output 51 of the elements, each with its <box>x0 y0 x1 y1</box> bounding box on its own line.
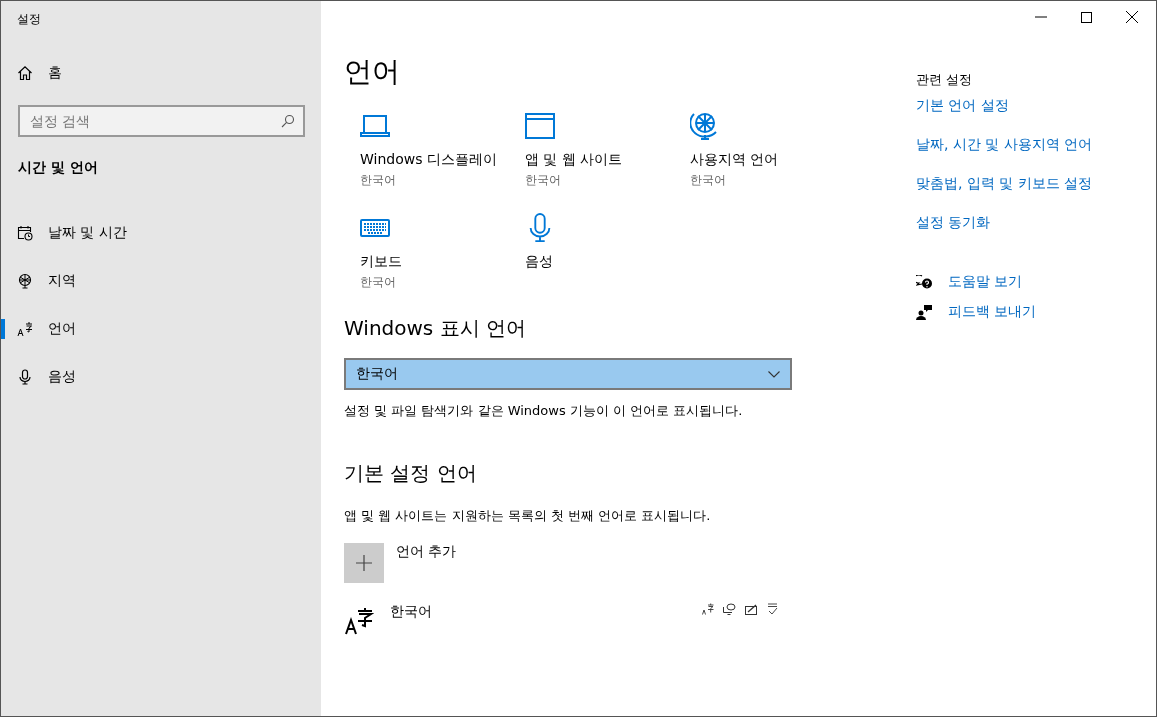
settings-tile[interactable]: 키보드 한국어 <box>360 213 525 301</box>
globe-icon <box>690 111 720 141</box>
related-link[interactable]: 기본 언어 설정 <box>916 97 1009 136</box>
tile-subtitle: 한국어 <box>690 172 726 189</box>
language-pack-icon <box>702 603 714 615</box>
sidebar-item[interactable]: 음성 <box>1 353 321 401</box>
settings-tile[interactable]: 사용지역 언어 한국어 <box>690 111 855 199</box>
globe-icon <box>17 273 33 289</box>
description-text: 설정 및 파일 탐색기와 같은 Windows 기능이 이 언어로 표시됩니다. <box>344 402 744 420</box>
sidebar-item[interactable]: 언어 <box>1 305 321 353</box>
settings-tile[interactable]: Windows 디스플레이 한국어 <box>360 111 525 199</box>
search-icon <box>281 114 295 128</box>
help-link[interactable]: 피드백 보내기 <box>916 303 1037 321</box>
language-list-item[interactable]: 한국어 <box>344 603 792 635</box>
section-heading: 기본 설정 언어 <box>344 460 478 487</box>
feedback-person-icon <box>916 304 933 320</box>
add-language-label[interactable]: 언어 추가 <box>396 543 457 583</box>
settings-tile[interactable]: 앱 및 웹 사이트 한국어 <box>525 111 690 199</box>
language-icon <box>344 607 374 635</box>
plus-icon <box>356 555 372 571</box>
section-heading: 시간 및 언어 <box>17 158 99 177</box>
related-link[interactable]: 맞춤법, 입력 및 키보드 설정 <box>916 175 1093 214</box>
language-icon <box>17 321 33 337</box>
chevron-down-icon <box>768 370 780 378</box>
window-icon <box>525 111 555 141</box>
related-settings-heading: 관련 설정 <box>916 71 973 89</box>
help-link[interactable]: 도움말 보기 <box>916 273 1037 291</box>
home-link[interactable]: 홈 <box>1 49 321 97</box>
page-title: 언어 <box>344 54 401 90</box>
close-icon[interactable] <box>1126 11 1138 23</box>
description-text: 앱 및 웹 사이트는 지원하는 목록의 첫 번째 언어로 표시됩니다. <box>344 507 712 525</box>
related-link[interactable]: 설정 동기화 <box>916 214 991 253</box>
settings-tile[interactable]: 음성 <box>525 213 690 301</box>
tile-subtitle: 한국어 <box>360 172 396 189</box>
search-field[interactable]: 설정 검색 <box>18 105 305 137</box>
window-title: 설정 <box>16 11 42 28</box>
speech-bubble-icon <box>723 603 736 615</box>
related-link[interactable]: 날짜, 시간 및 사용지역 언어 <box>916 136 1093 175</box>
home-icon <box>17 65 33 81</box>
maximize-icon[interactable] <box>1081 11 1092 23</box>
help-chat-icon <box>916 274 933 290</box>
spell-check-icon <box>767 603 778 615</box>
calendar-clock-icon <box>17 225 33 241</box>
handwriting-icon <box>745 603 758 615</box>
language-dropdown[interactable]: 한국어 <box>344 358 792 390</box>
sidebar-item[interactable]: 지역 <box>1 257 321 305</box>
sidebar-item[interactable]: 날짜 및 시간 <box>1 209 321 257</box>
tile-subtitle: 한국어 <box>360 274 396 291</box>
tile-subtitle: 한국어 <box>525 172 561 189</box>
section-heading: Windows 표시 언어 <box>344 315 527 342</box>
microphone-icon <box>17 369 33 385</box>
